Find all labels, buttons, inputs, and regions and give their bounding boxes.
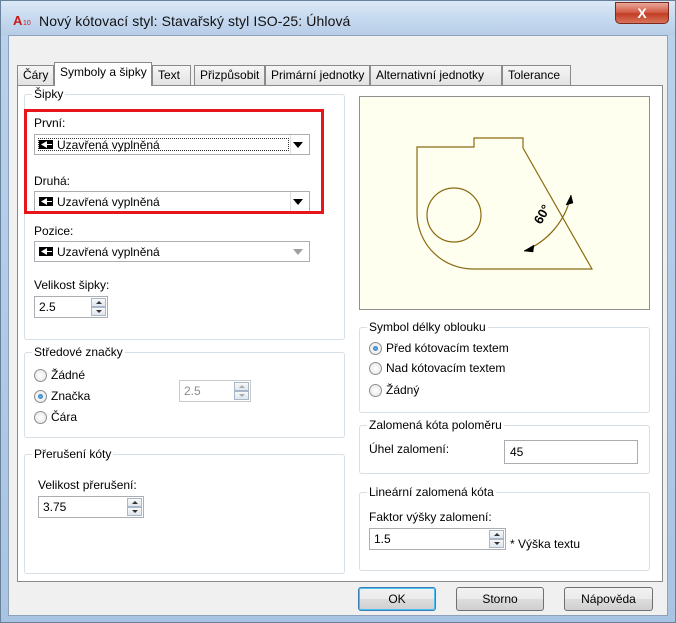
help-button[interactable]: Nápověda bbox=[564, 587, 653, 611]
preview-circle bbox=[426, 187, 482, 243]
tab-tolerance[interactable]: Tolerance bbox=[502, 65, 571, 85]
svg-text:A: A bbox=[13, 13, 23, 27]
break-size-label: Velikost přerušení: bbox=[38, 478, 137, 492]
dim-break-group-title: Přerušení kóty bbox=[32, 447, 114, 461]
preview-shape-outline bbox=[416, 137, 594, 270]
arrowheads-group-title: Šipky bbox=[32, 87, 66, 101]
tab-panel: Šipky První: Uzavřená vyplněná Druhá: Uz… bbox=[17, 85, 663, 582]
center-marks-group-title: Středové značky bbox=[32, 345, 125, 359]
spinner-down-button[interactable] bbox=[127, 507, 142, 516]
chevron-down-icon bbox=[293, 249, 303, 255]
leader-arrow-value: Uzavřená vyplněná bbox=[57, 245, 160, 259]
spinner-up-button[interactable] bbox=[127, 498, 142, 507]
arc-length-group-title: Symbol délky oblouku bbox=[367, 320, 488, 334]
spinner-up-button[interactable] bbox=[91, 298, 106, 307]
jog-angle-input[interactable]: 45 bbox=[504, 440, 638, 464]
tab-text[interactable]: Text bbox=[152, 65, 191, 85]
tab-primary-units[interactable]: Primární jednotky bbox=[265, 65, 370, 85]
filled-arrow-icon bbox=[39, 247, 53, 256]
preview-pane: 60° bbox=[359, 96, 650, 310]
preview-angle-text: 60° bbox=[531, 202, 554, 227]
arrow-size-spinner[interactable]: 2.5 bbox=[34, 296, 108, 318]
tab-fit[interactable]: Přizpůsobit bbox=[194, 65, 265, 85]
tab-alternate-units[interactable]: Alternativní jednotky bbox=[370, 65, 502, 85]
spinner-down-button[interactable] bbox=[91, 307, 106, 316]
dialog-client: Čáry Symboly a šipky Text Přizpůsobit Pr… bbox=[8, 35, 668, 616]
spinner-up-button[interactable] bbox=[234, 382, 249, 391]
jog-factor-spinner[interactable]: 1.5 bbox=[369, 528, 506, 550]
radius-jog-group-title: Zalomená kóta poloměru bbox=[367, 418, 504, 432]
dropdown-button[interactable] bbox=[290, 242, 309, 261]
title-bar: A 10 Nový kótovací styl: Stavařský styl … bbox=[1, 1, 675, 35]
jog-angle-label: Úhel zalomení: bbox=[369, 442, 450, 456]
tab-symbols-arrows[interactable]: Symboly a šipky bbox=[54, 62, 152, 86]
ok-button[interactable]: OK bbox=[358, 587, 436, 611]
dimension-preview-drawing: 60° bbox=[416, 137, 594, 270]
close-icon: X bbox=[637, 5, 647, 21]
red-highlight-box bbox=[24, 109, 324, 214]
center-mark-size-spinner[interactable]: 2.5 bbox=[179, 380, 251, 402]
dialog-window: A 10 Nový kótovací styl: Stavařský styl … bbox=[0, 0, 676, 623]
linear-jog-group-title: Lineární zalomená kóta bbox=[367, 485, 496, 499]
preview-angle-arc bbox=[523, 194, 572, 252]
spinner-down-button[interactable] bbox=[234, 391, 249, 400]
preview-arrow-top bbox=[565, 194, 574, 206]
svg-text:10: 10 bbox=[23, 20, 31, 27]
arrow-size-label: Velikost šipky: bbox=[34, 278, 110, 292]
jog-factor-suffix: * Výška textu bbox=[510, 537, 581, 551]
leader-arrow-dropdown[interactable]: Uzavřená vyplněná bbox=[34, 241, 310, 262]
break-size-spinner[interactable]: 3.75 bbox=[38, 496, 144, 518]
jog-factor-label: Faktor výšky zalomení: bbox=[369, 510, 492, 524]
leader-arrow-label: Pozice: bbox=[34, 224, 74, 238]
spinner-down-button[interactable] bbox=[489, 539, 504, 548]
window-title: Nový kótovací styl: Stavařský styl ISO-2… bbox=[39, 13, 351, 29]
close-button[interactable]: X bbox=[615, 2, 669, 24]
spinner-up-button[interactable] bbox=[489, 530, 504, 539]
cancel-button[interactable]: Storno bbox=[456, 587, 544, 611]
autocad-app-icon: A 10 bbox=[13, 13, 31, 27]
tab-lines[interactable]: Čáry bbox=[17, 65, 54, 85]
preview-arrow-bottom bbox=[523, 244, 535, 253]
